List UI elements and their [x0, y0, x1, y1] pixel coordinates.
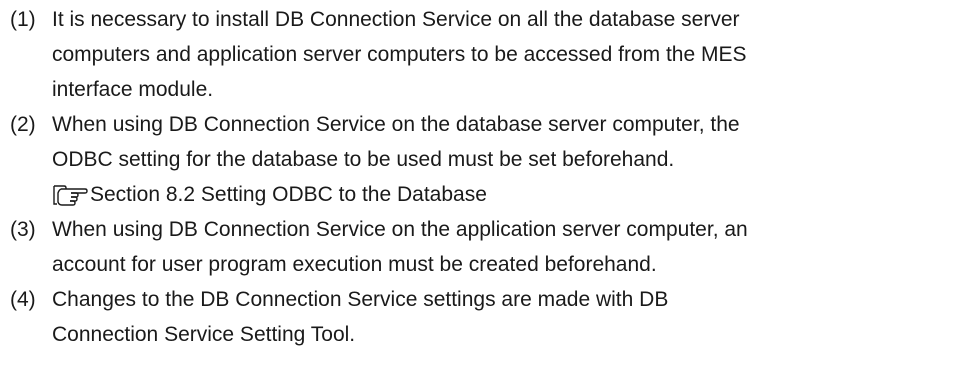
item-text-line: account for user program execution must …	[52, 253, 657, 276]
list-item-4: (4) Changes to the DB Connection Service…	[0, 282, 958, 352]
list-item-1: (1) It is necessary to install DB Connec…	[0, 2, 958, 107]
item-text-line: Changes to the DB Connection Service set…	[52, 288, 669, 311]
item-number: (4)	[10, 288, 36, 311]
section-reference-text[interactable]: Section 8.2 Setting ODBC to the Database	[90, 177, 487, 212]
item-text-line: interface module.	[52, 78, 214, 101]
item-text-line: Connection Service Setting Tool.	[52, 323, 356, 346]
item-text-line: When using DB Connection Service on the …	[52, 113, 740, 136]
pointing-hand-icon	[52, 183, 88, 207]
list-item-2: (2) When using DB Connection Service on …	[0, 107, 958, 177]
document-page: (1) It is necessary to install DB Connec…	[0, 0, 958, 381]
item-text-line: When using DB Connection Service on the …	[52, 218, 748, 241]
item-text-line: computers and application server compute…	[52, 43, 747, 66]
item-number: (1)	[10, 8, 36, 31]
list-item-3: (3) When using DB Connection Service on …	[0, 212, 958, 282]
item-text-line: ODBC setting for the database to be used…	[52, 148, 675, 171]
item-number: (2)	[10, 113, 36, 136]
item-number: (3)	[10, 218, 36, 241]
section-reference-link[interactable]: Section 8.2 Setting ODBC to the Database	[0, 177, 958, 212]
item-text-line: It is necessary to install DB Connection…	[52, 8, 740, 31]
